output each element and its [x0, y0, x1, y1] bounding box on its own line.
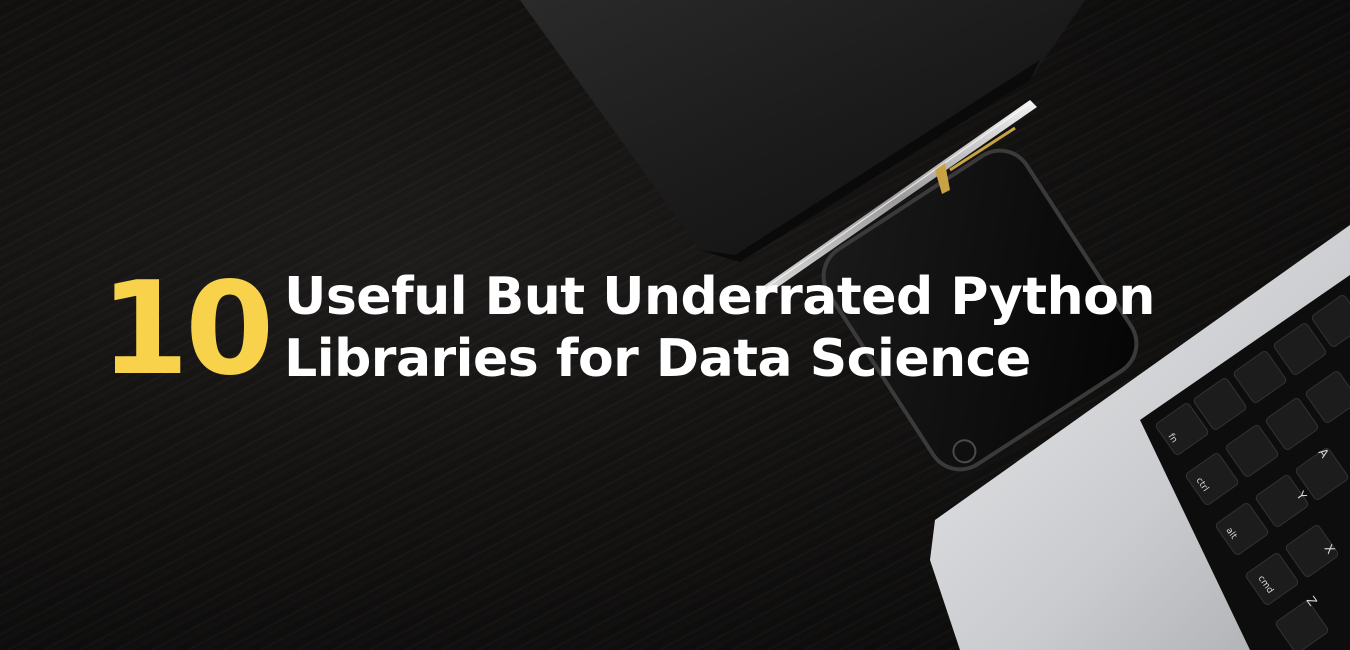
headline-title: Useful But Underrated Python Libraries f… — [284, 266, 1155, 390]
headline: 10 Useful But Underrated Python Librarie… — [100, 262, 1155, 394]
headline-number: 10 — [100, 255, 274, 404]
headline-line-2: Libraries for Data Science — [284, 329, 1031, 389]
hero-banner: fn ctrl alt cmd A Y X Z 10 Useful But Un… — [0, 0, 1350, 650]
headline-line-1: Useful But Underrated Python — [284, 267, 1155, 327]
